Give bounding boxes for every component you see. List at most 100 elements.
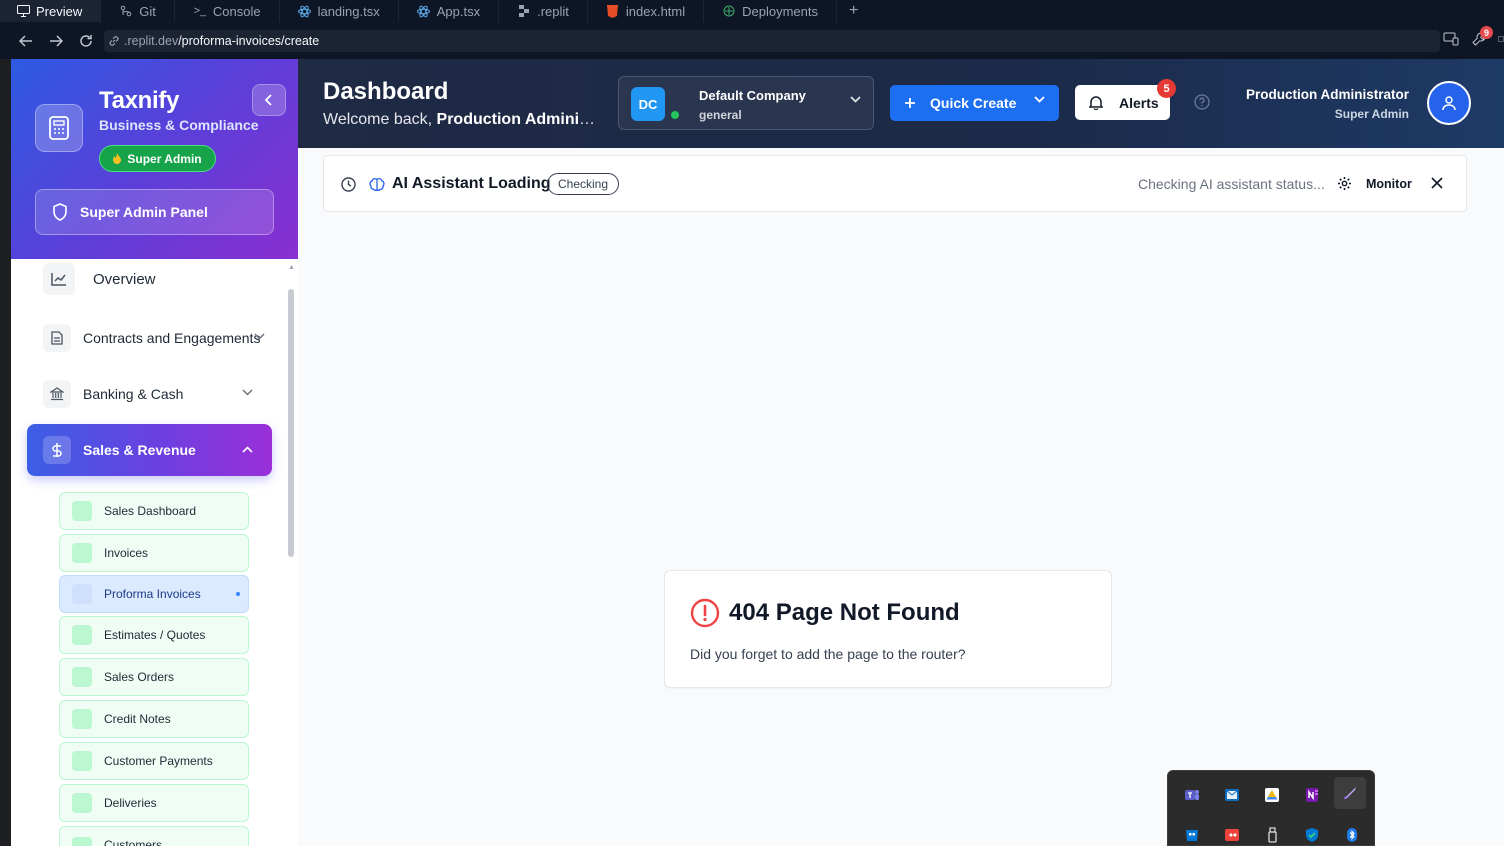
- role-badge: Super Admin: [99, 145, 216, 172]
- notification-badge: 9: [1480, 26, 1493, 39]
- gear-icon[interactable]: [1337, 176, 1352, 191]
- item-icon: [72, 625, 92, 645]
- bank-icon: [43, 380, 71, 408]
- company-avatar: DC: [631, 87, 665, 121]
- add-tab-icon[interactable]: +: [837, 2, 870, 20]
- tab-git[interactable]: Git: [101, 0, 175, 22]
- submenu-item-deliveries[interactable]: Deliveries: [59, 784, 249, 822]
- forward-arrow-icon[interactable]: [42, 27, 70, 55]
- brain-icon: [369, 177, 385, 192]
- submenu-item-estimates[interactable]: Estimates / Quotes: [59, 616, 249, 654]
- devices-icon[interactable]: [1442, 30, 1460, 48]
- submenu-item-label: Sales Orders: [104, 670, 175, 684]
- sidebar-item-banking[interactable]: Banking & Cash: [43, 380, 183, 408]
- tab-deployments[interactable]: Deployments: [704, 0, 838, 22]
- item-icon: [72, 751, 92, 771]
- close-icon[interactable]: [1430, 176, 1444, 190]
- sidebar-item-sales-revenue[interactable]: Sales & Revenue: [27, 424, 272, 476]
- sidebar-item-label: Banking & Cash: [83, 386, 184, 402]
- sidebar-item-label: Contracts and Engagements: [83, 330, 261, 346]
- chevron-down-icon: [1034, 96, 1045, 103]
- company-selector[interactable]: DC Default Company general: [618, 76, 874, 130]
- help-icon[interactable]: [1194, 94, 1210, 110]
- outlook-icon[interactable]: [1216, 779, 1248, 811]
- chevron-down-icon[interactable]: [254, 333, 265, 340]
- page-title: Dashboard: [323, 78, 449, 105]
- deploy-icon: [722, 4, 736, 18]
- bluetooth-icon[interactable]: [1336, 819, 1368, 846]
- tab-replit[interactable]: .replit: [499, 0, 588, 22]
- collapse-sidebar-button[interactable]: [252, 84, 286, 116]
- tab-label: Preview: [36, 3, 83, 19]
- tab-index-html[interactable]: index.html: [588, 0, 705, 22]
- user-avatar[interactable]: [1427, 81, 1471, 125]
- wrench-icon[interactable]: 9: [1470, 26, 1493, 48]
- tab-landing[interactable]: landing.tsx: [280, 0, 399, 22]
- chevron-down-icon[interactable]: [242, 389, 253, 396]
- submenu-item-credit-notes[interactable]: Credit Notes: [59, 700, 249, 738]
- tab-label: index.html: [625, 3, 686, 19]
- submenu-item-proforma-invoices[interactable]: Proforma Invoices: [59, 575, 249, 613]
- panel-button-label: Super Admin Panel: [80, 204, 208, 220]
- ai-assistant-bar: AI Assistant Loading Checking Checking A…: [323, 155, 1467, 212]
- alerts-button[interactable]: Alerts: [1075, 85, 1170, 120]
- link-icon: [108, 35, 120, 47]
- tab-label: Console: [212, 3, 261, 19]
- welcome-prefix: Welcome back,: [323, 111, 437, 128]
- submenu-item-invoices[interactable]: Invoices: [59, 534, 249, 572]
- monitor-button[interactable]: Monitor: [1366, 177, 1412, 191]
- flame-icon: [113, 153, 122, 164]
- chevron-left-icon: [264, 94, 272, 106]
- defender-icon[interactable]: [1296, 819, 1328, 846]
- super-admin-panel-button[interactable]: Super Admin Panel: [35, 189, 274, 235]
- bell-icon: [1089, 95, 1103, 110]
- item-icon: [72, 837, 92, 846]
- windows-store-icon[interactable]: [1176, 819, 1208, 846]
- not-found-card: 404 Page Not Found Did you forget to add…: [664, 570, 1112, 688]
- tab-console[interactable]: >_ Console: [175, 0, 280, 22]
- company-name: Default Company: [699, 88, 806, 103]
- item-icon: [72, 584, 92, 604]
- terminal-icon: >_: [193, 5, 207, 17]
- replit-icon: [517, 4, 531, 18]
- submenu-item-label: Customer Payments: [104, 754, 213, 768]
- sidebar-scrollbar[interactable]: [288, 289, 294, 557]
- browser-actions: 9: [1442, 26, 1504, 48]
- address-bar: .replit.dev/proforma-invoices/create: [0, 22, 1504, 59]
- top-header: Dashboard Welcome back, Production Admin…: [298, 59, 1504, 148]
- onenote-icon[interactable]: [1296, 779, 1328, 811]
- teams-icon[interactable]: [1176, 779, 1208, 811]
- submenu-item-sales-orders[interactable]: Sales Orders: [59, 658, 249, 696]
- active-indicator: [236, 592, 240, 596]
- submenu-item-label: Customers: [104, 838, 163, 846]
- sidebar-header: Taxnify Business & Compliance Super Admi…: [11, 59, 298, 259]
- tab-app[interactable]: App.tsx: [399, 0, 500, 22]
- brand-name: Taxnify: [99, 87, 180, 114]
- google-drive-icon[interactable]: [1256, 779, 1288, 811]
- scroll-up-icon[interactable]: ▲: [288, 264, 295, 271]
- company-type: general: [699, 108, 742, 122]
- panel-icon[interactable]: [1498, 30, 1504, 48]
- sidebar-item-overview[interactable]: Overview: [43, 263, 156, 295]
- tab-preview[interactable]: Preview: [0, 0, 102, 22]
- usb-icon[interactable]: [1256, 819, 1288, 846]
- anydesk-icon[interactable]: [1216, 819, 1248, 846]
- submenu-item-customers[interactable]: Customers: [59, 826, 249, 846]
- item-icon: [72, 543, 92, 563]
- pen-icon[interactable]: [1334, 777, 1366, 809]
- submenu-item-customer-payments[interactable]: Customer Payments: [59, 742, 249, 780]
- sidebar-item-contracts[interactable]: Contracts and Engagements: [43, 324, 260, 352]
- dollar-icon: [43, 436, 71, 464]
- chevron-up-icon[interactable]: [242, 446, 253, 453]
- browser-tab-bar: Preview Git >_ Console landing.tsx App.t…: [0, 0, 1504, 22]
- plus-icon: [904, 97, 916, 109]
- url-field[interactable]: .replit.dev/proforma-invoices/create: [104, 29, 1440, 52]
- system-tray-popup: [1167, 770, 1375, 846]
- reload-icon[interactable]: [72, 27, 100, 55]
- submenu-item-sales-dashboard[interactable]: Sales Dashboard: [59, 492, 249, 530]
- submenu-item-label: Credit Notes: [104, 712, 171, 726]
- quick-create-button[interactable]: Quick Create: [890, 85, 1059, 121]
- alert-circle-icon: [690, 598, 720, 628]
- role-label: Super Admin: [127, 151, 202, 166]
- back-arrow-icon[interactable]: [12, 27, 40, 55]
